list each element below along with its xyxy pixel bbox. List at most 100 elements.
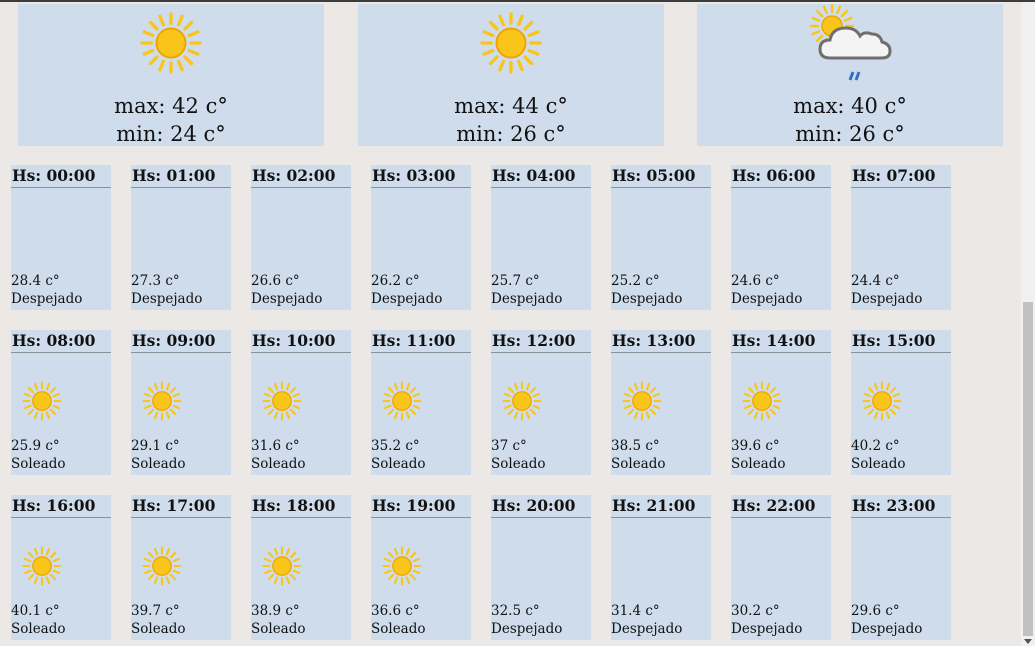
hour-card[interactable]: Hs: 09:00 29.1 c° Soleado <box>131 330 231 475</box>
day-max-temp: max: 40 c° <box>793 94 907 118</box>
moon-icon <box>261 215 303 257</box>
hour-temperature: 29.6 c° <box>851 603 900 619</box>
hour-condition: Despejado <box>611 621 683 637</box>
day-max-temp: max: 44 c° <box>454 94 568 118</box>
hour-card[interactable]: Hs: 02:00 26.6 c° Despejado <box>251 165 351 310</box>
hour-card[interactable]: Hs: 21:00 31.4 c° Despejado <box>611 495 711 640</box>
hour-card[interactable]: Hs: 23:00 29.6 c° Despejado <box>851 495 951 640</box>
day-card[interactable]: max: 44 c° min: 26 c° <box>358 4 664 146</box>
hour-card[interactable]: Hs: 18:00 38.9 c° Soleado <box>251 495 351 640</box>
hour-card[interactable]: Hs: 14:00 39.6 c° Soleado <box>731 330 831 475</box>
hour-condition: Soleado <box>251 456 306 472</box>
hour-card[interactable]: Hs: 05:00 25.2 c° Despejado <box>611 165 711 310</box>
hour-condition: Soleado <box>371 456 426 472</box>
moon-icon <box>501 545 543 587</box>
hour-title: Hs: 12:00 <box>492 331 576 350</box>
day-max-temp: max: 42 c° <box>114 94 228 118</box>
hour-condition: Soleado <box>131 456 186 472</box>
hour-condition: Soleado <box>491 456 546 472</box>
hour-temperature: 29.1 c° <box>131 438 180 454</box>
hour-card[interactable]: Hs: 00:00 28.4 c° Despejado <box>11 165 111 310</box>
moon-icon <box>741 215 783 257</box>
hour-card[interactable]: Hs: 04:00 25.7 c° Despejado <box>491 165 591 310</box>
hour-title: Hs: 02:00 <box>252 166 336 185</box>
hour-divider <box>851 187 951 188</box>
hour-card[interactable]: Hs: 22:00 30.2 c° Despejado <box>731 495 831 640</box>
sun-icon <box>261 545 303 587</box>
hour-title: Hs: 09:00 <box>132 331 216 350</box>
hour-temperature: 31.4 c° <box>611 603 660 619</box>
hour-card[interactable]: Hs: 06:00 24.6 c° Despejado <box>731 165 831 310</box>
hour-title: Hs: 16:00 <box>12 496 96 515</box>
hour-condition: Soleado <box>731 456 786 472</box>
hour-divider <box>611 187 711 188</box>
hour-divider <box>251 517 351 518</box>
hour-title: Hs: 18:00 <box>252 496 336 515</box>
hour-condition: Soleado <box>371 621 426 637</box>
day-min-temp: min: 26 c° <box>456 122 566 146</box>
hour-temperature: 25.7 c° <box>491 273 540 289</box>
hour-temperature: 38.5 c° <box>611 438 660 454</box>
vertical-scrollbar[interactable] <box>1021 2 1035 646</box>
hour-divider <box>131 187 231 188</box>
hour-card[interactable]: Hs: 15:00 40.2 c° Soleado <box>851 330 951 475</box>
hour-divider <box>731 517 831 518</box>
hour-card[interactable]: Hs: 01:00 27.3 c° Despejado <box>131 165 231 310</box>
daily-forecast-row: max: 42 c° min: 24 c° max: 44 c° min: 26… <box>18 3 1008 146</box>
day-card[interactable]: max: 42 c° min: 24 c° <box>18 4 324 146</box>
sun-icon <box>141 545 183 587</box>
sun-icon <box>261 380 303 422</box>
hour-temperature: 26.6 c° <box>251 273 300 289</box>
sun-icon <box>138 10 204 80</box>
hour-card[interactable]: Hs: 12:00 37 c° Soleado <box>491 330 591 475</box>
hour-card[interactable]: Hs: 10:00 31.6 c° Soleado <box>251 330 351 475</box>
hour-temperature: 40.1 c° <box>11 603 60 619</box>
hour-divider <box>611 517 711 518</box>
hour-condition: Soleado <box>11 621 66 637</box>
hour-divider <box>371 187 471 188</box>
hour-condition: Despejado <box>851 291 923 307</box>
moon-icon <box>861 545 903 587</box>
hour-card[interactable]: Hs: 16:00 40.1 c° Soleado <box>11 495 111 640</box>
hour-card[interactable]: Hs: 03:00 26.2 c° Despejado <box>371 165 471 310</box>
sun-cloud-rain-icon <box>806 3 894 88</box>
hour-temperature: 40.2 c° <box>851 438 900 454</box>
sun-icon <box>861 380 903 422</box>
hour-divider <box>131 517 231 518</box>
hour-temperature: 25.2 c° <box>611 273 660 289</box>
hour-card[interactable]: Hs: 20:00 32.5 c° Despejado <box>491 495 591 640</box>
hour-title: Hs: 14:00 <box>732 331 816 350</box>
sun-icon <box>381 545 423 587</box>
hour-condition: Despejado <box>11 291 83 307</box>
hour-temperature: 32.5 c° <box>491 603 540 619</box>
hour-condition: Despejado <box>851 621 923 637</box>
hour-condition: Soleado <box>251 621 306 637</box>
hour-condition: Despejado <box>731 291 803 307</box>
hour-card[interactable]: Hs: 11:00 35.2 c° Soleado <box>371 330 471 475</box>
moon-icon <box>741 545 783 587</box>
hour-divider <box>851 517 951 518</box>
moon-icon <box>21 215 63 257</box>
hour-condition: Soleado <box>131 621 186 637</box>
hour-divider <box>491 352 591 353</box>
hour-card[interactable]: Hs: 08:00 25.9 c° Soleado <box>11 330 111 475</box>
hour-divider <box>851 352 951 353</box>
hour-card[interactable]: Hs: 07:00 24.4 c° Despejado <box>851 165 951 310</box>
hour-condition: Soleado <box>611 456 666 472</box>
hour-temperature: 38.9 c° <box>251 603 300 619</box>
scrollbar-thumb[interactable] <box>1023 302 1033 636</box>
hour-temperature: 36.6 c° <box>371 603 420 619</box>
day-card[interactable]: max: 40 c° min: 26 c° <box>697 3 1003 146</box>
hour-card[interactable]: Hs: 19:00 36.6 c° Soleado <box>371 495 471 640</box>
hour-temperature: 28.4 c° <box>11 273 60 289</box>
day-min-temp: min: 24 c° <box>116 122 226 146</box>
hour-divider <box>731 352 831 353</box>
moon-icon <box>621 545 663 587</box>
sun-icon <box>381 380 423 422</box>
scroll-down-arrow-icon[interactable] <box>1024 639 1032 644</box>
hour-condition: Despejado <box>491 621 563 637</box>
hour-card[interactable]: Hs: 17:00 39.7 c° Soleado <box>131 495 231 640</box>
hour-temperature: 25.9 c° <box>11 438 60 454</box>
hour-divider <box>491 187 591 188</box>
hour-card[interactable]: Hs: 13:00 38.5 c° Soleado <box>611 330 711 475</box>
